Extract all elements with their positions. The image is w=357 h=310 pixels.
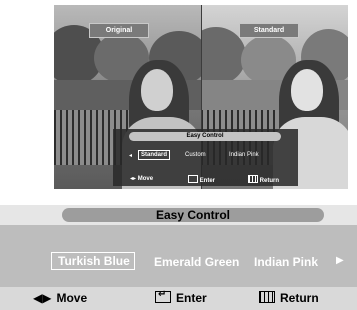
nav-return-label: Return [280, 291, 319, 305]
mini-option-standard[interactable]: Standard [138, 150, 171, 160]
mini-option-indian-pink[interactable]: Indian Pink [229, 152, 259, 158]
enter-icon [155, 289, 171, 303]
nav-enter-label: Enter [176, 291, 207, 305]
standard-label: Standard [239, 23, 299, 38]
return-icon [259, 291, 275, 303]
option-turkish-blue[interactable]: Turkish Blue [51, 252, 135, 270]
left-right-arrows-icon: ◀▶ [33, 291, 52, 305]
mini-nav-enter-label: Enter [199, 178, 216, 184]
nav-return: Return [259, 291, 319, 305]
options-area: Turkish Blue Emerald Green Indian Pink ▶ [0, 225, 357, 287]
option-indian-pink[interactable]: Indian Pink [254, 255, 318, 269]
mini-nav-enter: Enter [188, 175, 215, 184]
mini-panel-title: Easy Control [129, 132, 281, 141]
nav-move-label: Move [56, 291, 88, 305]
nav-enter: Enter [155, 289, 207, 305]
easy-control-panel: Easy Control Turkish Blue Emerald Green … [0, 205, 357, 310]
title-strip: Easy Control [0, 205, 357, 225]
mini-nav-move-label: Move [137, 176, 154, 182]
mini-left-arrow-icon[interactable]: ◂ [129, 152, 132, 159]
mini-option-custom[interactable]: Custom [185, 152, 206, 158]
panel-title: Easy Control [62, 208, 324, 222]
mini-nav-return: Return [248, 175, 279, 184]
mini-enter-icon [188, 175, 198, 183]
mini-return-icon [248, 175, 258, 183]
mini-nav-bar: ◂▸ Move Enter Return [113, 173, 298, 184]
mini-nav-move: ◂▸ Move [130, 175, 153, 182]
right-arrow-icon[interactable]: ▶ [336, 255, 344, 266]
mini-options-row: ◂ Standard Custom Indian Pink [113, 150, 298, 162]
option-emerald-green[interactable]: Emerald Green [154, 255, 239, 269]
mini-nav-return-label: Return [259, 178, 280, 184]
original-label: Original [89, 23, 149, 38]
mini-left-right-arrows-icon: ◂▸ [130, 176, 137, 182]
nav-bar: ◀▶ Move Enter Return [0, 287, 357, 310]
nav-move: ◀▶ Move [33, 291, 87, 305]
mini-easy-control-panel: Easy Control ◂ Standard Custom Indian Pi… [113, 129, 298, 186]
